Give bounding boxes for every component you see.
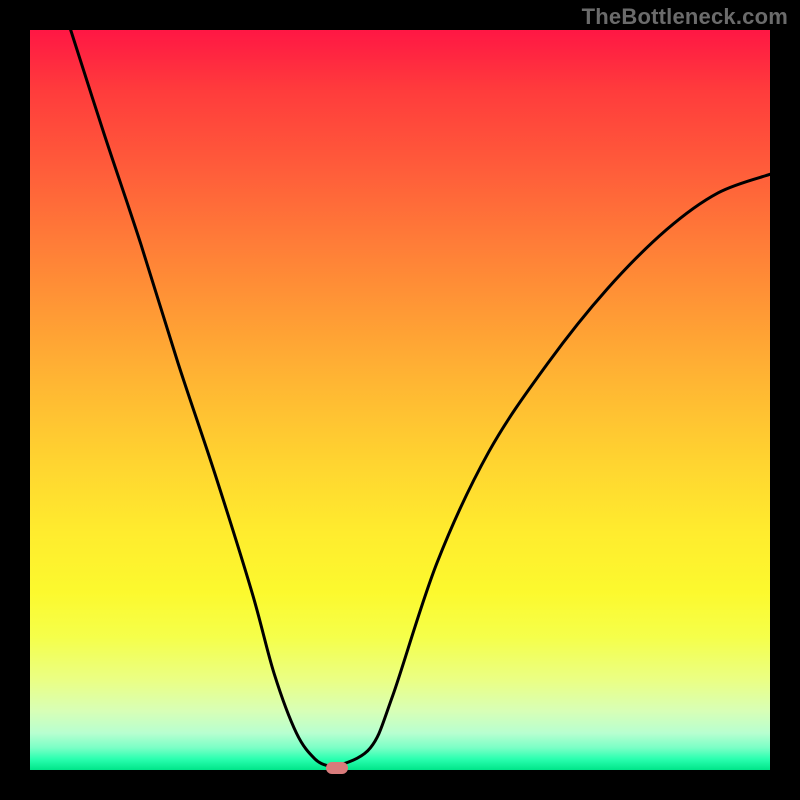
optimum-marker [326, 762, 348, 774]
plot-area [30, 30, 770, 770]
bottleneck-curve [30, 30, 770, 770]
chart-frame: TheBottleneck.com [0, 0, 800, 800]
watermark-text: TheBottleneck.com [582, 4, 788, 30]
